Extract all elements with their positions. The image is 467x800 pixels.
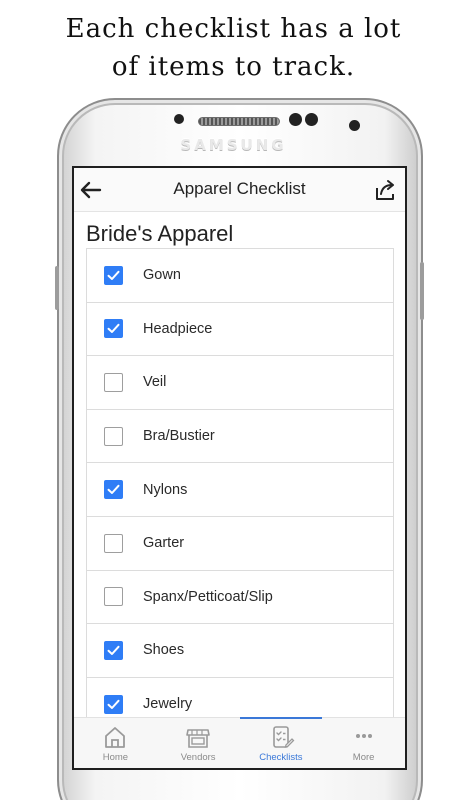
checkbox-unchecked[interactable] — [104, 587, 123, 607]
checklist-item-label: Gown — [143, 267, 181, 284]
share-icon — [376, 180, 394, 200]
checklist-item-label: Spanx/Petticoat/Slip — [143, 588, 273, 605]
checkmark-icon — [107, 324, 120, 334]
checklist-item[interactable]: Spanx/Petticoat/Slip — [87, 571, 393, 625]
checklist-item-label: Shoes — [143, 642, 185, 659]
checklist-item[interactable]: Jewelry — [87, 678, 393, 720]
light-sensor-icon — [305, 113, 318, 126]
checklist-item-label: Bra/Bustier — [143, 428, 215, 445]
checkbox-checked[interactable] — [104, 480, 123, 500]
section-title: Bride's Apparel — [86, 221, 234, 246]
earpiece-grille — [198, 117, 280, 126]
checklist-item-label: Headpiece — [143, 320, 213, 337]
checklist-item-label: Veil — [143, 374, 167, 391]
checkmark-icon — [107, 270, 120, 280]
checklist: Gown Headpiece Veil Bra/Bustier Nylons Garter… — [86, 248, 394, 721]
checkmark-icon — [107, 484, 120, 495]
checkbox-checked[interactable] — [104, 640, 123, 660]
checkbox-checked[interactable] — [104, 319, 123, 339]
checklist-item[interactable]: Veil — [87, 356, 393, 410]
front-camera-icon — [349, 120, 360, 131]
headline: Each checklist has a lot of items to tra… — [0, 10, 467, 86]
checklist-item[interactable]: Gown — [87, 249, 393, 303]
checkbox-checked[interactable] — [104, 694, 123, 714]
tab-more[interactable]: More — [322, 718, 405, 768]
store-icon — [184, 724, 212, 750]
tab-label: Home — [102, 752, 129, 763]
checklist-item-label: Jewelry — [143, 696, 193, 713]
more-dots-icon — [350, 724, 378, 750]
front-sensor-icon — [174, 114, 184, 124]
home-icon — [101, 724, 129, 750]
checkbox-unchecked[interactable] — [104, 426, 123, 446]
checklist-item-label: Garter — [143, 535, 185, 552]
checklist-icon — [267, 724, 295, 750]
tab-bar: Home Vendors Checklists More — [74, 717, 405, 768]
checkbox-unchecked[interactable] — [104, 372, 123, 392]
app-bar: Apparel Checklist — [74, 168, 405, 212]
checklist-item[interactable]: Garter — [87, 517, 393, 571]
tab-vendors[interactable]: Vendors — [157, 718, 240, 768]
checkmark-icon — [107, 699, 120, 709]
page-title: Apparel Checklist — [173, 179, 306, 198]
share-button[interactable] — [373, 177, 399, 203]
checkbox-unchecked[interactable] — [104, 533, 123, 553]
tab-checklists[interactable]: Checklists — [239, 717, 323, 768]
checklist-item[interactable]: Headpiece — [87, 303, 393, 357]
tab-label: More — [352, 752, 375, 763]
power-key — [420, 262, 424, 320]
checkmark-icon — [107, 645, 120, 655]
checklist-item[interactable]: Nylons — [87, 463, 393, 517]
headline-line-1: Each checklist has a lot — [65, 14, 402, 44]
tab-home[interactable]: Home — [74, 718, 157, 768]
tab-label: Vendors — [180, 752, 216, 763]
volume-key — [55, 266, 59, 310]
app-screen: Apparel Checklist Bride's Apparel Gown He… — [72, 166, 407, 770]
headline-line-2: of items to track. — [111, 52, 356, 82]
checklist-item[interactable]: Shoes — [87, 624, 393, 678]
tab-label: Checklists — [259, 752, 303, 763]
checkbox-checked[interactable] — [104, 265, 123, 285]
proximity-sensor-icon — [289, 113, 302, 126]
device-brand-logo: SAMSUNG — [180, 136, 287, 154]
checklist-item[interactable]: Bra/Bustier — [87, 410, 393, 464]
checklist-item-label: Nylons — [143, 481, 188, 498]
